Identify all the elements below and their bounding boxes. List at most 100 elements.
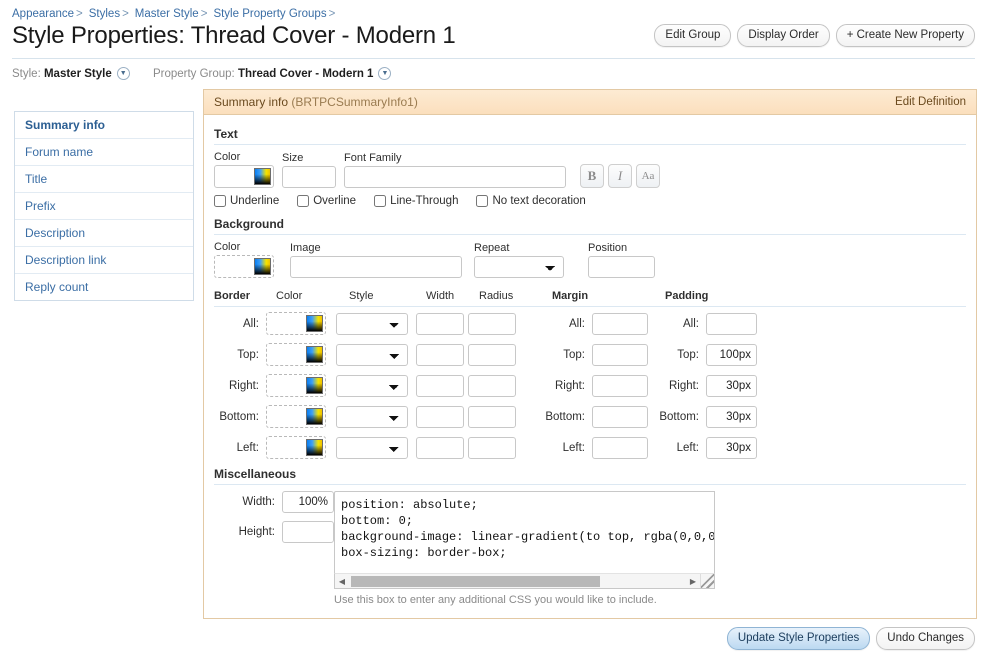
overline-checkbox[interactable] xyxy=(297,195,310,207)
margin-input-left[interactable] xyxy=(592,436,648,459)
sidebar-item-forum-name[interactable]: Forum name xyxy=(15,139,193,166)
breadcrumb-item-style-property-groups[interactable]: Style Property Groups xyxy=(213,8,326,20)
custom-css-textarea[interactable] xyxy=(334,491,715,573)
border-width-input-bottom[interactable] xyxy=(416,405,464,428)
margin-input-bottom[interactable] xyxy=(592,405,648,428)
color-swatch-icon[interactable] xyxy=(306,315,323,332)
scroll-right-arrow-icon[interactable]: ▶ xyxy=(686,577,700,586)
text-size-input[interactable] xyxy=(282,166,336,188)
italic-button[interactable]: I xyxy=(608,164,632,188)
scrollbar-track[interactable] xyxy=(349,575,686,588)
create-new-property-button[interactable]: + Create New Property xyxy=(835,24,975,47)
border-radius-input-right[interactable] xyxy=(468,374,516,397)
sidebar-item-reply-count[interactable]: Reply count xyxy=(15,274,193,300)
border-width-input-right[interactable] xyxy=(416,374,464,397)
border-radius-input-all[interactable] xyxy=(468,312,516,335)
padding-row-label: Bottom: xyxy=(659,410,699,423)
border-color-picker-bottom[interactable] xyxy=(266,405,326,428)
padding-input-bottom[interactable] xyxy=(706,405,757,428)
line-through-checkbox-item[interactable]: Line-Through xyxy=(374,195,458,207)
background-repeat-select[interactable] xyxy=(474,256,564,278)
border-radius-input-left[interactable] xyxy=(468,436,516,459)
padding-input-left[interactable] xyxy=(706,436,757,459)
border-style-select-bottom[interactable] xyxy=(336,405,408,428)
misc-height-input[interactable] xyxy=(282,521,334,543)
color-swatch-icon[interactable] xyxy=(254,258,271,275)
no-text-decoration-checkbox-item[interactable]: No text decoration xyxy=(476,195,586,207)
background-color-picker[interactable] xyxy=(214,255,274,278)
padding-input-top[interactable] xyxy=(706,343,757,366)
border-color-picker-all[interactable] xyxy=(266,312,326,335)
resize-grip-icon[interactable] xyxy=(700,574,714,588)
border-color-picker-right[interactable] xyxy=(266,374,326,397)
border-color-header: Color xyxy=(276,290,303,302)
border-width-input-top[interactable] xyxy=(416,343,464,366)
border-color-picker-top[interactable] xyxy=(266,343,326,366)
background-repeat-label: Repeat xyxy=(474,242,510,254)
property-sidebar: Summary info Forum name Title Prefix Des… xyxy=(14,111,194,301)
undo-changes-button[interactable]: Undo Changes xyxy=(876,627,975,650)
misc-width-input[interactable] xyxy=(282,491,334,513)
margin-input-top[interactable] xyxy=(592,343,648,366)
border-style-select-top[interactable] xyxy=(336,343,408,366)
background-position-input[interactable] xyxy=(588,256,655,278)
property-group-label: Property Group: xyxy=(152,67,235,80)
color-swatch-icon[interactable] xyxy=(306,408,323,425)
chevron-down-icon[interactable]: ▼ xyxy=(378,67,392,80)
font-family-input[interactable] xyxy=(344,166,566,188)
color-swatch-icon[interactable] xyxy=(306,346,323,363)
border-radius-input-bottom[interactable] xyxy=(468,405,516,428)
panel-title: Summary info xyxy=(214,95,289,109)
border-header: Border xyxy=(214,290,251,302)
background-color-label: Color xyxy=(214,241,241,253)
border-row-label: Right: xyxy=(228,379,259,392)
no-text-decoration-checkbox[interactable] xyxy=(476,195,489,207)
border-width-input-all[interactable] xyxy=(416,312,464,335)
miscellaneous-section: Width: Height: ◀ xyxy=(214,491,966,606)
style-selector[interactable]: Style: Master Style ▼ xyxy=(12,67,130,80)
border-color-picker-left[interactable] xyxy=(266,436,326,459)
background-image-input[interactable] xyxy=(290,256,462,278)
color-swatch-icon[interactable] xyxy=(254,168,271,185)
breadcrumb-item-appearance[interactable]: Appearance xyxy=(12,8,74,20)
background-image-group: Image xyxy=(290,242,462,278)
breadcrumb-item-master-style[interactable]: Master Style xyxy=(135,8,199,20)
text-color-picker[interactable] xyxy=(214,165,274,188)
text-case-button[interactable]: Aa xyxy=(636,164,660,188)
scroll-left-arrow-icon[interactable]: ◀ xyxy=(335,577,349,586)
edit-definition-link[interactable]: Edit Definition xyxy=(895,96,966,108)
border-style-select-right[interactable] xyxy=(336,374,408,397)
sidebar-item-summary-info[interactable]: Summary info xyxy=(15,112,193,139)
misc-dimensions: Width: Height: xyxy=(214,491,334,606)
update-style-properties-button[interactable]: Update Style Properties xyxy=(726,627,871,650)
padding-input-all[interactable] xyxy=(706,312,757,335)
margin-input-right[interactable] xyxy=(592,374,648,397)
padding-input-right[interactable] xyxy=(706,374,757,397)
border-grid-headers: Border Color Style Width Radius Margin P… xyxy=(214,290,966,304)
border-width-input-left[interactable] xyxy=(416,436,464,459)
scrollbar-thumb[interactable] xyxy=(351,575,601,587)
sidebar-item-prefix[interactable]: Prefix xyxy=(15,193,193,220)
color-swatch-icon[interactable] xyxy=(306,439,323,456)
sidebar-item-title[interactable]: Title xyxy=(15,166,193,193)
font-family-label: Font Family xyxy=(344,152,402,164)
breadcrumb-item-styles[interactable]: Styles xyxy=(89,8,120,20)
underline-checkbox-item[interactable]: Underline xyxy=(214,195,279,207)
line-through-checkbox[interactable] xyxy=(374,195,387,207)
sidebar-item-description[interactable]: Description xyxy=(15,220,193,247)
border-style-select-left[interactable] xyxy=(336,436,408,459)
border-style-select-all[interactable] xyxy=(336,312,408,335)
overline-checkbox-item[interactable]: Overline xyxy=(297,195,356,207)
property-group-selector[interactable]: Property Group: Thread Cover - Modern 1 … xyxy=(153,67,392,80)
bold-button[interactable]: B xyxy=(580,164,604,188)
display-order-button[interactable]: Display Order xyxy=(737,24,830,47)
color-swatch-icon[interactable] xyxy=(306,377,323,394)
sidebar-item-description-link[interactable]: Description link xyxy=(15,247,193,274)
chevron-down-icon[interactable]: ▼ xyxy=(116,67,130,80)
edit-group-button[interactable]: Edit Group xyxy=(654,24,732,47)
border-radius-input-top[interactable] xyxy=(468,343,516,366)
margin-input-all[interactable] xyxy=(592,312,648,335)
css-textarea-scrollbar[interactable]: ◀ ▶ xyxy=(334,573,715,589)
underline-checkbox[interactable] xyxy=(214,195,226,207)
miscellaneous-section-title: Miscellaneous xyxy=(214,467,297,481)
